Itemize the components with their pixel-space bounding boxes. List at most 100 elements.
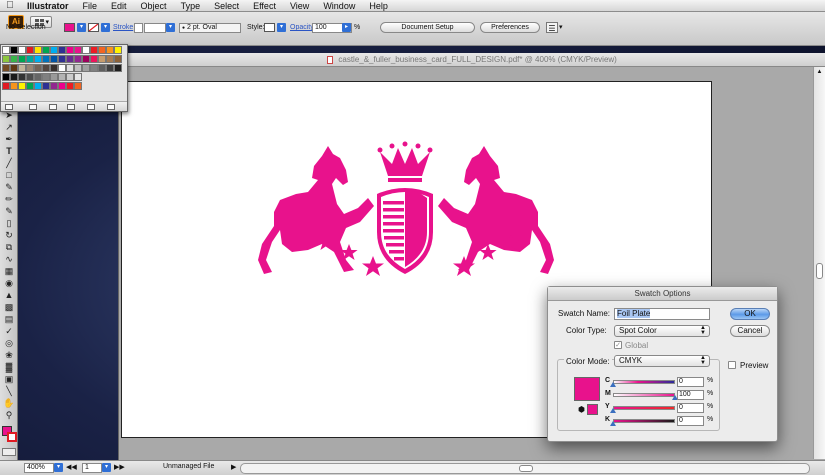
symbol-sprayer-tool-icon[interactable]: ❀ — [3, 350, 15, 361]
shape-builder-tool-icon[interactable]: ◉ — [3, 278, 15, 289]
color-swatch[interactable] — [2, 73, 10, 81]
rectangle-tool-icon[interactable]: □ — [3, 170, 15, 181]
perspective-grid-tool-icon[interactable]: ▲ — [3, 290, 15, 301]
color-swatch[interactable] — [98, 64, 106, 72]
color-swatch[interactable] — [18, 73, 26, 81]
color-swatch[interactable] — [10, 55, 18, 63]
hand-tool-icon[interactable]: ✋ — [3, 398, 15, 409]
menu-view[interactable]: View — [283, 0, 316, 12]
color-swatch[interactable] — [2, 55, 10, 63]
color-swatch[interactable] — [10, 82, 18, 90]
color-swatch[interactable] — [90, 64, 98, 72]
status-menu-icon[interactable]: ▶ — [231, 463, 236, 471]
color-swatch[interactable] — [10, 73, 18, 81]
pen-tool-icon[interactable]: ✒ — [3, 134, 15, 145]
color-swatch[interactable] — [18, 82, 26, 90]
align-options-icon[interactable]: ☰ — [546, 22, 558, 33]
color-swatch[interactable] — [90, 55, 98, 63]
color-swatch[interactable] — [50, 46, 58, 54]
type-tool-icon[interactable]: T — [3, 146, 15, 157]
color-swatch[interactable] — [26, 64, 34, 72]
magenta-slider-track[interactable] — [613, 393, 675, 397]
stroke-weight-input[interactable] — [144, 23, 166, 33]
delete-swatch-icon[interactable] — [107, 104, 115, 110]
color-swatch[interactable] — [66, 46, 74, 54]
color-swatch[interactable] — [26, 46, 34, 54]
first-artboard-icon[interactable]: ◀◀ — [66, 463, 77, 471]
color-swatch[interactable] — [66, 64, 74, 72]
next-artboard-icon[interactable]: ▶▶ — [114, 463, 125, 471]
swatch-options-icon[interactable] — [49, 104, 57, 110]
vertical-scrollbar[interactable]: ▲ — [813, 67, 825, 459]
global-checkbox[interactable]: ✓ — [614, 341, 622, 349]
menu-select[interactable]: Select — [207, 0, 246, 12]
pencil-tool-icon[interactable]: ✏ — [3, 194, 15, 205]
color-swatch[interactable] — [58, 73, 66, 81]
color-swatch[interactable] — [82, 46, 90, 54]
stroke-weight-dropdown-icon[interactable]: ▾ — [166, 23, 175, 32]
scrollbar-thumb[interactable] — [519, 465, 533, 472]
color-swatch[interactable] — [82, 64, 90, 72]
color-swatch[interactable] — [66, 73, 74, 81]
menu-app-name[interactable]: Illustrator — [20, 0, 76, 12]
artboard-dropdown-icon[interactable]: ▾ — [102, 463, 111, 472]
stroke-weight-stepper[interactable] — [134, 23, 143, 33]
direct-selection-tool-icon[interactable]: ↗ — [3, 122, 15, 133]
fill-color-swatch[interactable] — [64, 23, 75, 32]
gamut-color-chip[interactable] — [587, 404, 598, 415]
stroke-dropdown-icon[interactable]: ▾ — [101, 23, 110, 32]
free-transform-tool-icon[interactable]: ▦ — [3, 266, 15, 277]
color-swatch[interactable] — [74, 64, 82, 72]
scroll-up-icon[interactable]: ▲ — [815, 69, 824, 75]
blend-tool-icon[interactable]: ◎ — [3, 338, 15, 349]
black-slider-track[interactable] — [613, 419, 675, 423]
color-swatch[interactable] — [34, 46, 42, 54]
color-swatch[interactable] — [58, 64, 66, 72]
color-swatch[interactable] — [50, 82, 58, 90]
out-of-gamut-cube-icon[interactable]: ⬢ — [578, 405, 585, 414]
yellow-input[interactable]: 0 — [677, 403, 704, 413]
color-swatch[interactable] — [42, 55, 50, 63]
swatch-libraries-icon[interactable] — [5, 104, 13, 110]
slice-tool-icon[interactable]: ╲ — [3, 386, 15, 397]
black-slider-handle[interactable] — [610, 421, 616, 426]
color-swatch[interactable] — [10, 64, 18, 72]
swatch-name-input[interactable]: Foil Plate — [614, 308, 710, 320]
artboard-tool-icon[interactable]: ▣ — [3, 374, 15, 385]
new-swatch-icon[interactable] — [87, 104, 95, 110]
color-swatch[interactable] — [18, 64, 26, 72]
width-tool-icon[interactable]: ∿ — [3, 254, 15, 265]
color-swatch[interactable] — [58, 46, 66, 54]
color-swatch[interactable] — [2, 64, 10, 72]
menu-type[interactable]: Type — [174, 0, 208, 12]
color-swatch[interactable] — [42, 73, 50, 81]
column-graph-tool-icon[interactable]: ▓ — [3, 362, 15, 373]
scale-tool-icon[interactable]: ⧉ — [3, 242, 15, 253]
rotate-tool-icon[interactable]: ↻ — [3, 230, 15, 241]
screen-mode-icon[interactable] — [2, 448, 16, 456]
color-swatch[interactable] — [42, 64, 50, 72]
color-type-select[interactable]: Spot Color ▲ ▼ — [614, 325, 710, 337]
color-swatch[interactable] — [74, 46, 82, 54]
color-swatch[interactable] — [58, 55, 66, 63]
color-swatch[interactable] — [50, 55, 58, 63]
color-swatch[interactable] — [18, 55, 26, 63]
show-swatch-kinds-icon[interactable] — [29, 104, 37, 110]
zoom-dropdown-icon[interactable]: ▾ — [54, 463, 63, 472]
ok-button[interactable]: OK — [730, 308, 770, 320]
color-swatch[interactable] — [74, 82, 82, 90]
color-swatch[interactable] — [114, 55, 122, 63]
color-swatch[interactable] — [114, 64, 122, 72]
blob-brush-tool-icon[interactable]: ✎ — [3, 206, 15, 217]
yellow-slider-track[interactable] — [613, 406, 675, 410]
scrollbar-thumb[interactable] — [816, 263, 823, 279]
artboard-number-input[interactable]: 1 — [82, 463, 102, 473]
color-swatch[interactable] — [34, 73, 42, 81]
color-swatch[interactable] — [18, 46, 26, 54]
cyan-slider-track[interactable] — [613, 380, 675, 384]
color-swatch[interactable] — [34, 64, 42, 72]
color-swatch[interactable] — [26, 73, 34, 81]
fill-dropdown-icon[interactable]: ▾ — [77, 23, 86, 32]
menu-window[interactable]: Window — [316, 0, 362, 12]
stroke-color-swatch[interactable] — [7, 432, 17, 442]
